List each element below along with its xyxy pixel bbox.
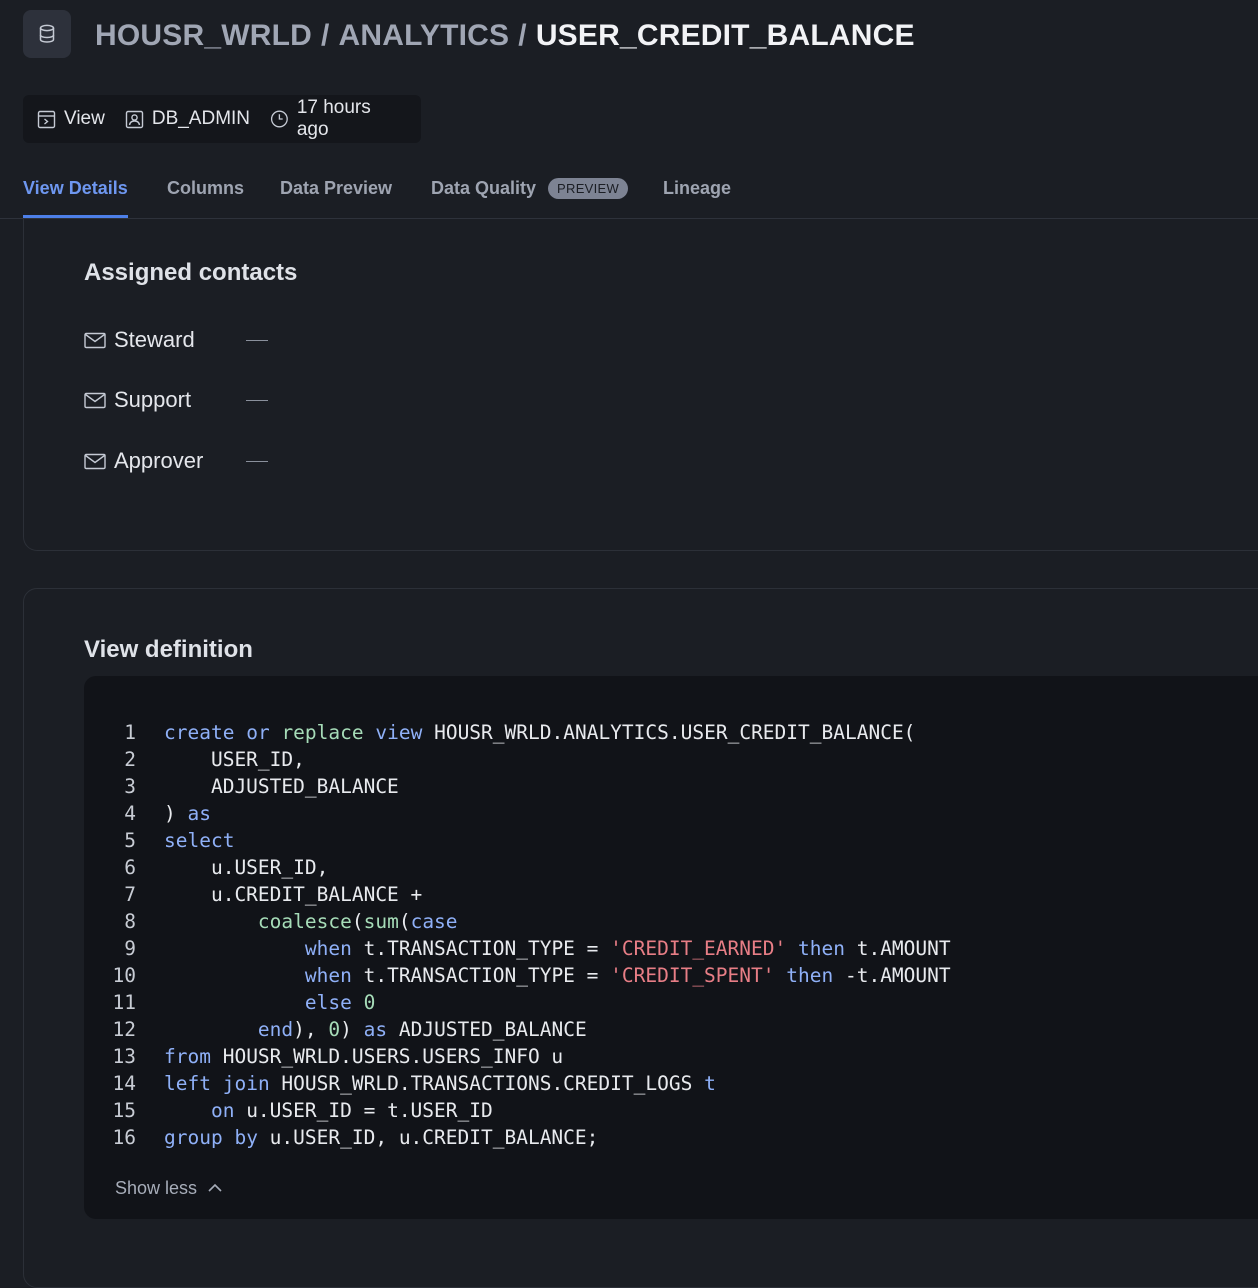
contact-role-label: Approver (114, 448, 204, 473)
contact-approver: Approver (84, 446, 203, 476)
breadcrumb: HOUSR_WRLD / ANALYTICS / USER_CREDIT_BAL… (95, 16, 915, 56)
object-type-label: View (64, 108, 105, 129)
tab-lineage[interactable]: Lineage (663, 160, 731, 217)
chevron-up-icon (208, 1183, 222, 1192)
contact-role-label: Steward (114, 327, 195, 352)
preview-badge: PREVIEW (548, 178, 629, 199)
object-owner: DB_ADMIN (125, 108, 250, 130)
page-title: USER_CREDIT_BALANCE (535, 19, 915, 52)
tab-bar: View Details Columns Data Preview Data Q… (0, 160, 1258, 219)
contact-steward: Steward (84, 325, 195, 355)
contact-support-empty (246, 400, 268, 401)
breadcrumb-separator: / (518, 19, 527, 52)
object-updated: 17 hours ago (270, 97, 401, 141)
clock-icon (270, 110, 288, 128)
breadcrumb-database[interactable]: HOUSR_WRLD (95, 19, 312, 53)
user-badge-icon (125, 110, 144, 128)
object-meta-bar: View DB_ADMIN 17 hours ago (23, 95, 421, 143)
assigned-contacts-title: Assigned contacts (84, 259, 298, 286)
database-icon (23, 10, 71, 58)
contact-approver-empty (246, 461, 268, 462)
breadcrumb-schema[interactable]: ANALYTICS (339, 19, 510, 53)
view-definition-title: View definition (84, 636, 253, 663)
mail-icon (84, 392, 106, 408)
tab-data-quality[interactable]: Data Quality PREVIEW (431, 160, 629, 217)
mail-icon (84, 453, 106, 469)
contact-support: Support (84, 385, 191, 415)
tab-data-preview[interactable]: Data Preview (280, 160, 392, 217)
show-less-label: Show less (115, 1177, 198, 1198)
mail-icon (84, 332, 106, 348)
object-type: View (37, 108, 105, 130)
object-owner-label: DB_ADMIN (151, 108, 251, 129)
tab-columns[interactable]: Columns (167, 160, 244, 217)
sql-code-block[interactable]: 1 create or replace view HOUSR_WRLD.ANALY… (84, 676, 1258, 1219)
object-updated-label: 17 hours ago (296, 97, 371, 140)
contact-steward-empty (246, 340, 268, 341)
show-less-button[interactable]: Show less (115, 1176, 223, 1200)
contact-role-label: Support (114, 387, 192, 412)
view-icon (37, 110, 56, 128)
breadcrumb-separator: / (321, 19, 330, 52)
tab-view-details[interactable]: View Details (23, 160, 128, 218)
